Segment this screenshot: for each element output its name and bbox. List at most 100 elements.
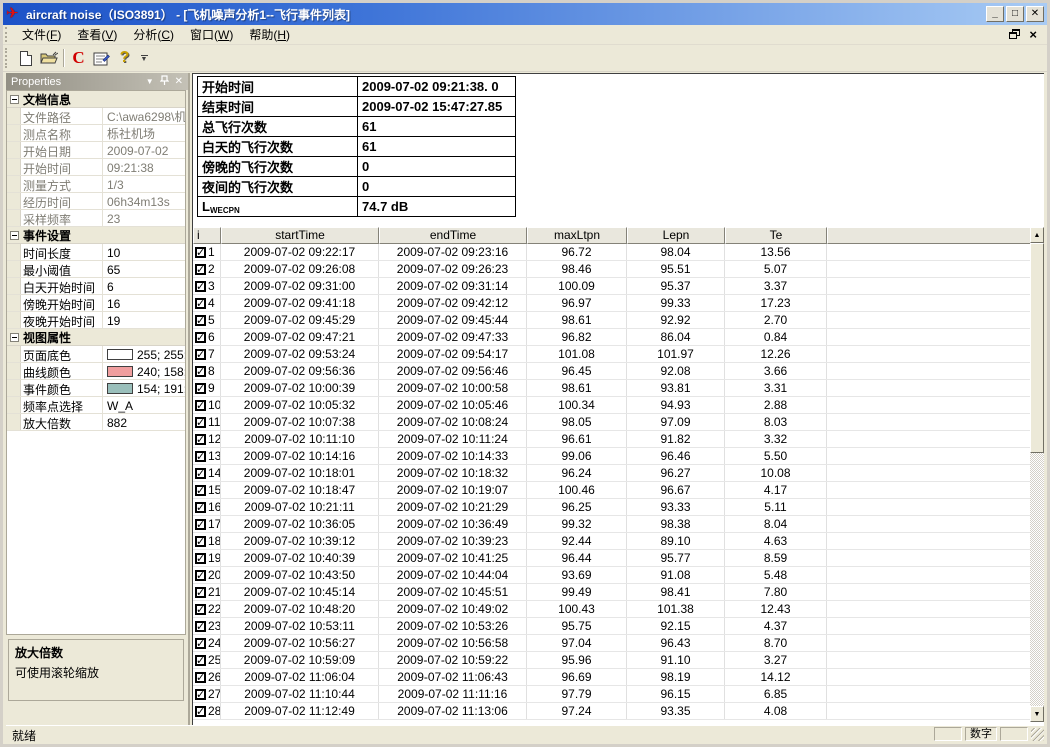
panel-menu-chevron-icon[interactable]: ▼ bbox=[146, 77, 154, 86]
table-row[interactable]: 52009-07-02 09:45:292009-07-02 09:45:449… bbox=[193, 312, 1030, 329]
resize-grip-icon[interactable] bbox=[1031, 728, 1044, 741]
column-header-startTime[interactable]: startTime bbox=[221, 227, 379, 244]
property-value[interactable]: 6 bbox=[103, 278, 185, 294]
property-value[interactable]: 10 bbox=[103, 244, 185, 260]
minimize-button[interactable]: _ bbox=[986, 6, 1004, 22]
property-section-header[interactable]: 事件设置 bbox=[7, 227, 185, 244]
table-row[interactable]: 102009-07-02 10:05:322009-07-02 10:05:46… bbox=[193, 397, 1030, 414]
checkbox-checked-icon[interactable] bbox=[195, 349, 206, 360]
menu-item-V[interactable]: 查看(V) bbox=[69, 24, 125, 45]
table-row[interactable]: 262009-07-02 11:06:042009-07-02 11:06:43… bbox=[193, 669, 1030, 686]
checkbox-checked-icon[interactable] bbox=[195, 604, 206, 615]
checkbox-checked-icon[interactable] bbox=[195, 519, 206, 530]
property-value[interactable]: 2009-07-02 bbox=[103, 142, 185, 158]
mdi-close-icon[interactable]: × bbox=[1029, 29, 1037, 40]
collapse-icon[interactable] bbox=[10, 95, 19, 104]
column-header-Te[interactable]: Te bbox=[725, 227, 827, 244]
property-value[interactable]: 1/3 bbox=[103, 176, 185, 192]
checkbox-checked-icon[interactable] bbox=[195, 587, 206, 598]
checkbox-checked-icon[interactable] bbox=[195, 485, 206, 496]
checkbox-checked-icon[interactable] bbox=[195, 638, 206, 649]
checkbox-checked-icon[interactable] bbox=[195, 655, 206, 666]
checkbox-checked-icon[interactable] bbox=[195, 536, 206, 547]
menubar-grip[interactable] bbox=[5, 27, 10, 42]
pin-icon[interactable] bbox=[160, 75, 169, 89]
table-row[interactable]: 202009-07-02 10:43:502009-07-02 10:44:04… bbox=[193, 567, 1030, 584]
scroll-down-icon[interactable]: ▼ bbox=[1030, 706, 1044, 722]
close-button[interactable]: ✕ bbox=[1026, 6, 1044, 22]
table-row[interactable]: 272009-07-02 11:10:442009-07-02 11:11:16… bbox=[193, 686, 1030, 703]
c-weighting-button[interactable]: C bbox=[67, 47, 90, 69]
column-header-spacer[interactable] bbox=[827, 227, 1030, 244]
scrollbar-thumb[interactable] bbox=[1030, 243, 1044, 453]
table-row[interactable]: 112009-07-02 10:07:382009-07-02 10:08:24… bbox=[193, 414, 1030, 431]
table-row[interactable]: 82009-07-02 09:56:362009-07-02 09:56:469… bbox=[193, 363, 1030, 380]
property-section-header[interactable]: 文档信息 bbox=[7, 91, 185, 108]
checkbox-checked-icon[interactable] bbox=[195, 468, 206, 479]
property-value[interactable]: 23 bbox=[103, 210, 185, 226]
checkbox-checked-icon[interactable] bbox=[195, 417, 206, 428]
collapse-icon[interactable] bbox=[10, 333, 19, 342]
property-value[interactable]: 19 bbox=[103, 312, 185, 328]
checkbox-checked-icon[interactable] bbox=[195, 264, 206, 275]
maximize-button[interactable]: □ bbox=[1006, 6, 1024, 22]
table-row[interactable]: 282009-07-02 11:12:492009-07-02 11:13:06… bbox=[193, 703, 1030, 720]
toolbar-grip[interactable] bbox=[5, 48, 10, 69]
property-value[interactable]: 16 bbox=[103, 295, 185, 311]
properties-button[interactable] bbox=[90, 47, 113, 69]
collapse-icon[interactable] bbox=[10, 231, 19, 240]
mdi-restore-icon[interactable] bbox=[1009, 29, 1021, 40]
menu-item-C[interactable]: 分析(C) bbox=[125, 24, 182, 45]
table-row[interactable]: 162009-07-02 10:21:112009-07-02 10:21:29… bbox=[193, 499, 1030, 516]
checkbox-checked-icon[interactable] bbox=[195, 451, 206, 462]
table-row[interactable]: 182009-07-02 10:39:122009-07-02 10:39:23… bbox=[193, 533, 1030, 550]
table-row[interactable]: 132009-07-02 10:14:162009-07-02 10:14:33… bbox=[193, 448, 1030, 465]
checkbox-checked-icon[interactable] bbox=[195, 383, 206, 394]
column-header-maxLtpn[interactable]: maxLtpn bbox=[527, 227, 627, 244]
table-row[interactable]: 22009-07-02 09:26:082009-07-02 09:26:239… bbox=[193, 261, 1030, 278]
property-value[interactable]: 栎社机场 bbox=[103, 125, 185, 141]
table-row[interactable]: 152009-07-02 10:18:472009-07-02 10:19:07… bbox=[193, 482, 1030, 499]
table-row[interactable]: 92009-07-02 10:00:392009-07-02 10:00:589… bbox=[193, 380, 1030, 397]
table-row[interactable]: 222009-07-02 10:48:202009-07-02 10:49:02… bbox=[193, 601, 1030, 618]
property-value[interactable]: 06h34m13s bbox=[103, 193, 185, 209]
checkbox-checked-icon[interactable] bbox=[195, 689, 206, 700]
help-button[interactable]: ? bbox=[113, 47, 136, 69]
checkbox-checked-icon[interactable] bbox=[195, 706, 206, 717]
table-row[interactable]: 242009-07-02 10:56:272009-07-02 10:56:58… bbox=[193, 635, 1030, 652]
checkbox-checked-icon[interactable] bbox=[195, 621, 206, 632]
property-value[interactable]: W_A bbox=[103, 397, 185, 413]
properties-panel-header[interactable]: Properties ▼ ✕ bbox=[6, 73, 188, 90]
column-header-i[interactable]: i bbox=[193, 227, 221, 244]
scroll-up-icon[interactable]: ▲ bbox=[1030, 227, 1044, 243]
property-value[interactable]: 65 bbox=[103, 261, 185, 277]
property-value[interactable]: 882 bbox=[103, 414, 185, 430]
table-row[interactable]: 12009-07-02 09:22:172009-07-02 09:23:169… bbox=[193, 244, 1030, 261]
panel-close-icon[interactable]: ✕ bbox=[175, 76, 183, 87]
mdi-minimize-icon[interactable] bbox=[989, 29, 1001, 40]
toolbar-options-icon[interactable]: ▼ bbox=[138, 55, 150, 62]
table-row[interactable]: 32009-07-02 09:31:002009-07-02 09:31:141… bbox=[193, 278, 1030, 295]
checkbox-checked-icon[interactable] bbox=[195, 672, 206, 683]
checkbox-checked-icon[interactable] bbox=[195, 332, 206, 343]
property-value[interactable]: 09:21:38 bbox=[103, 159, 185, 175]
table-row[interactable]: 212009-07-02 10:45:142009-07-02 10:45:51… bbox=[193, 584, 1030, 601]
checkbox-checked-icon[interactable] bbox=[195, 298, 206, 309]
checkbox-checked-icon[interactable] bbox=[195, 553, 206, 564]
table-row[interactable]: 62009-07-02 09:47:212009-07-02 09:47:339… bbox=[193, 329, 1030, 346]
property-value[interactable]: 240; 158; 15 bbox=[103, 363, 185, 379]
column-header-Lepn[interactable]: Lepn bbox=[627, 227, 725, 244]
checkbox-checked-icon[interactable] bbox=[195, 434, 206, 445]
menu-item-F[interactable]: 文件(F) bbox=[14, 24, 69, 45]
checkbox-checked-icon[interactable] bbox=[195, 247, 206, 258]
table-row[interactable]: 172009-07-02 10:36:052009-07-02 10:36:49… bbox=[193, 516, 1030, 533]
checkbox-checked-icon[interactable] bbox=[195, 502, 206, 513]
checkbox-checked-icon[interactable] bbox=[195, 366, 206, 377]
property-value[interactable]: 154; 191; 18 bbox=[103, 380, 185, 396]
checkbox-checked-icon[interactable] bbox=[195, 570, 206, 581]
menu-item-W[interactable]: 窗口(W) bbox=[182, 24, 241, 45]
table-row[interactable]: 252009-07-02 10:59:092009-07-02 10:59:22… bbox=[193, 652, 1030, 669]
table-row[interactable]: 142009-07-02 10:18:012009-07-02 10:18:32… bbox=[193, 465, 1030, 482]
table-row[interactable]: 42009-07-02 09:41:182009-07-02 09:42:129… bbox=[193, 295, 1030, 312]
checkbox-checked-icon[interactable] bbox=[195, 281, 206, 292]
